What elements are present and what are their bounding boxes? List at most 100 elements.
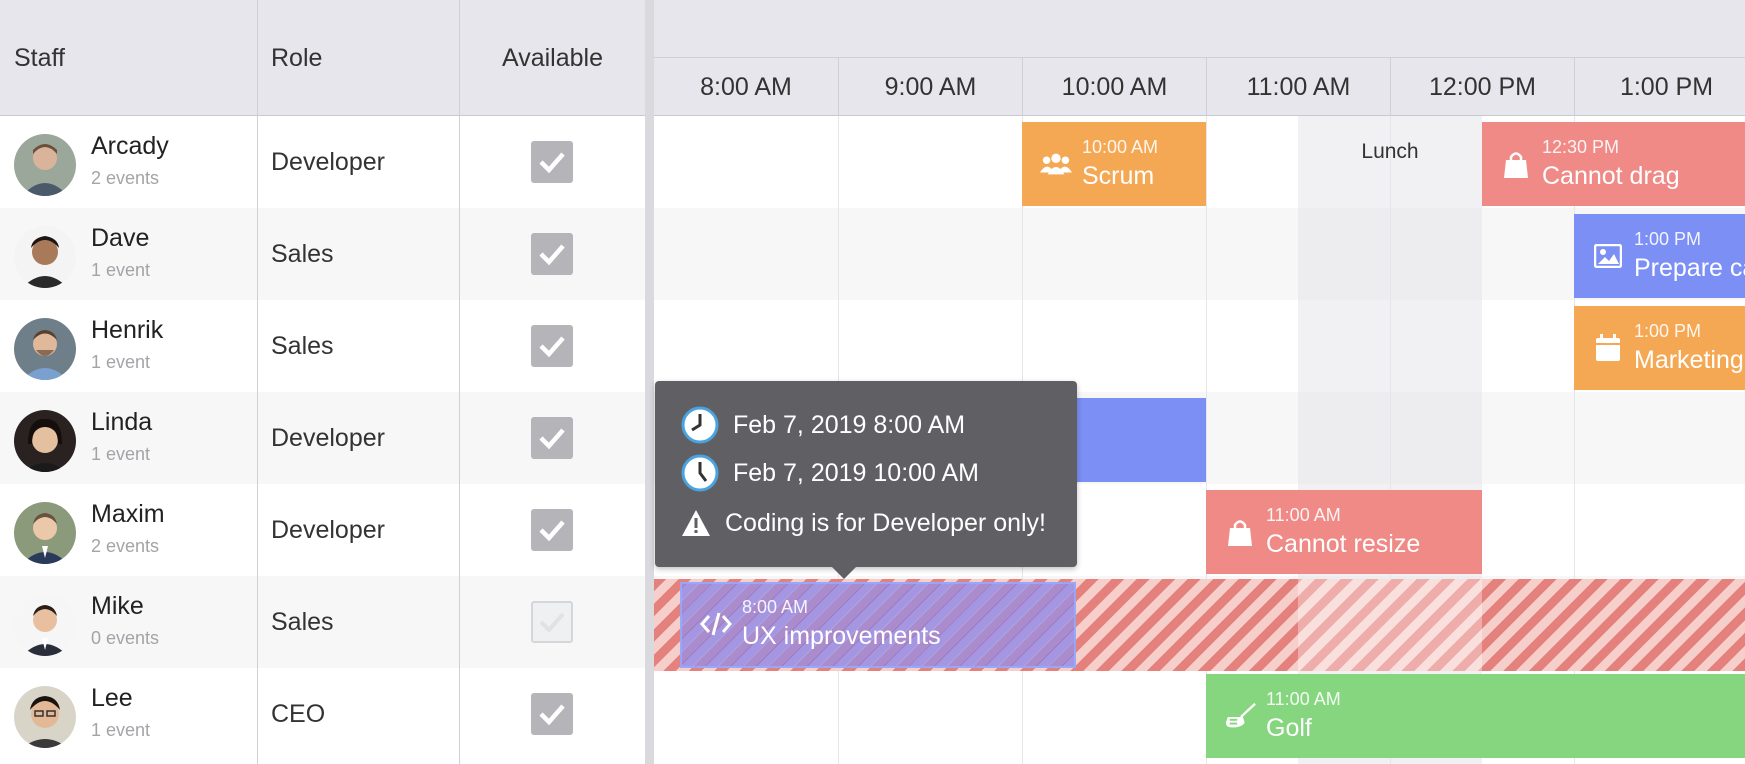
- tooltip-end-row: Feb 7, 2019 10:00 AM: [681, 454, 979, 492]
- time-tick-label: 11:00 AM: [1246, 72, 1351, 101]
- time-tick-label: 9:00 AM: [884, 72, 977, 101]
- event-scrum[interactable]: 10:00 AM Scrum: [1022, 122, 1206, 206]
- tooltip-arrow: [831, 566, 857, 579]
- staff-role: CEO: [271, 699, 326, 728]
- avatar: [14, 502, 76, 564]
- event-time: 8:00 AM: [742, 597, 809, 617]
- calendar-icon: [1592, 332, 1624, 364]
- table-row[interactable]: Mike 0 events Sales: [0, 576, 645, 668]
- tooltip-warning-row: Coding is for Developer only!: [681, 504, 1046, 542]
- clock-icon: [681, 454, 719, 492]
- staff-name: Henrik: [91, 316, 164, 344]
- staff-name: Lee: [91, 684, 133, 712]
- time-tick: 12:00 PM: [1390, 58, 1574, 116]
- staff-name: Mike: [91, 592, 144, 620]
- users-icon: [1040, 148, 1072, 180]
- event-name: Prepare campaign: [1634, 254, 1745, 282]
- time-tick: 10:00 AM: [1022, 58, 1206, 116]
- event-cannot-resize[interactable]: 11:00 AM Cannot resize: [1206, 490, 1482, 574]
- staff-role: Sales: [271, 331, 334, 360]
- staff-name: Dave: [91, 224, 150, 252]
- available-checkbox[interactable]: [531, 693, 573, 735]
- event-cannot-drag[interactable]: 12:30 PM Cannot drag: [1482, 122, 1745, 206]
- staff-role: Developer: [271, 515, 385, 544]
- staff-role: Sales: [271, 239, 334, 268]
- event-count: 1 event: [91, 720, 151, 740]
- staff-grid: Staff Role Available Arcady 2 events Dev…: [0, 0, 645, 764]
- check-icon: [539, 428, 565, 449]
- event-name: Golf: [1266, 714, 1312, 742]
- lunch-label: Lunch: [1361, 140, 1419, 163]
- available-checkbox[interactable]: [531, 601, 573, 643]
- tooltip-start-time: Feb 7, 2019 8:00 AM: [733, 410, 966, 439]
- column-divider: [459, 0, 460, 764]
- staff-name: Arcady: [91, 132, 169, 160]
- event-ux-improvements-dragging[interactable]: 8:00 AM UX improvements: [680, 582, 1076, 668]
- available-checkbox[interactable]: [531, 509, 573, 551]
- column-header-staff[interactable]: Staff: [14, 0, 254, 116]
- column-header-available-label: Available: [501, 43, 603, 72]
- event-count: 0 events: [91, 628, 160, 648]
- event-name: Cannot drag: [1542, 162, 1680, 190]
- event-count: 1 event: [91, 352, 151, 372]
- event-time: 11:00 AM: [1266, 505, 1341, 525]
- time-tick-label: 1:00 PM: [1619, 72, 1714, 101]
- time-tick-label: 8:00 AM: [700, 72, 792, 101]
- shopping-bag-icon: [1224, 516, 1256, 548]
- event-name: Marketing: [1634, 346, 1744, 374]
- event-prepare-campaign[interactable]: 1:00 PM Prepare campaign: [1574, 214, 1745, 298]
- check-icon: [539, 520, 565, 541]
- time-axis-top-band: [654, 0, 1745, 58]
- staff-role: Developer: [271, 423, 385, 452]
- time-tick: 9:00 AM: [838, 58, 1022, 116]
- table-row[interactable]: Linda 1 event Developer: [0, 392, 645, 484]
- avatar: [14, 686, 76, 748]
- check-icon: [539, 612, 565, 633]
- column-header-available[interactable]: Available: [460, 0, 645, 116]
- warning-icon: [681, 504, 711, 542]
- drag-tooltip: Feb 7, 2019 8:00 AM Feb 7, 2019 10:00 AM…: [655, 381, 1077, 579]
- table-row[interactable]: Henrik 1 event Sales: [0, 300, 645, 392]
- splitter-handle[interactable]: [645, 0, 654, 764]
- time-tick: 11:00 AM: [1206, 58, 1390, 116]
- time-axis-header: 8:00 AM 9:00 AM 10:00 AM 11:00 AM 12:00 …: [654, 0, 1745, 116]
- avatar: [14, 594, 76, 656]
- staff-role: Sales: [271, 607, 334, 636]
- check-icon: [539, 152, 565, 173]
- event-name: Scrum: [1082, 162, 1155, 190]
- event-count: 2 events: [91, 168, 160, 188]
- column-divider: [257, 0, 258, 764]
- event-marketing[interactable]: 1:00 PM Marketing: [1574, 306, 1745, 390]
- staff-name: Linda: [91, 408, 153, 436]
- column-header-role[interactable]: Role: [271, 0, 461, 116]
- event-name: UX improvements: [742, 622, 941, 650]
- event-golf[interactable]: 11:00 AM Golf: [1206, 674, 1745, 758]
- table-row[interactable]: Dave 1 event Sales: [0, 208, 645, 300]
- tooltip-end-time: Feb 7, 2019 10:00 AM: [733, 458, 980, 487]
- event-time: 10:00 AM: [1082, 137, 1159, 157]
- tooltip-start-row: Feb 7, 2019 8:00 AM: [681, 406, 965, 444]
- grid-header: Staff Role Available: [0, 0, 645, 116]
- check-icon: [539, 336, 565, 357]
- available-checkbox[interactable]: [531, 141, 573, 183]
- avatar: [14, 410, 76, 472]
- check-icon: [539, 704, 565, 725]
- event-count: 1 event: [91, 260, 151, 280]
- available-checkbox[interactable]: [531, 233, 573, 275]
- invalid-drop-zone-lunch: [1298, 579, 1482, 671]
- tooltip-warning-text: Coding is for Developer only!: [725, 508, 1046, 537]
- table-row[interactable]: Maxim 2 events Developer: [0, 484, 645, 576]
- code-icon: [700, 608, 732, 640]
- table-row[interactable]: Lee 1 event CEO: [0, 668, 645, 760]
- event-count: 2 events: [91, 536, 160, 556]
- avatar: [14, 318, 76, 380]
- available-checkbox[interactable]: [531, 417, 573, 459]
- event-time: 1:00 PM: [1634, 229, 1702, 249]
- available-checkbox[interactable]: [531, 325, 573, 367]
- table-row[interactable]: Arcady 2 events Developer: [0, 116, 645, 208]
- time-tick: 8:00 AM: [654, 58, 838, 116]
- event-time: 12:30 PM: [1542, 137, 1620, 157]
- event-time: 1:00 PM: [1634, 321, 1702, 341]
- time-tick-label: 10:00 AM: [1061, 72, 1168, 101]
- column-header-role-label: Role: [271, 43, 323, 72]
